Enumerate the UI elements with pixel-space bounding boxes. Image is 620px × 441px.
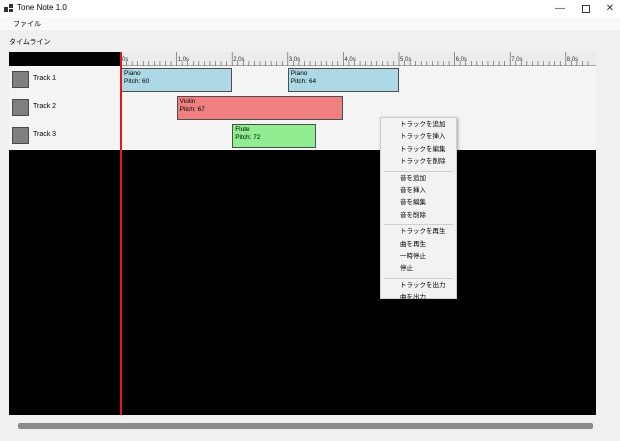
minimize-icon: —: [555, 3, 565, 14]
menu-separator: [384, 170, 453, 172]
track-header[interactable]: Track 3: [9, 122, 121, 150]
ruler-label: 0s: [122, 57, 128, 63]
context-menu-item[interactable]: トラックを挿入: [381, 131, 456, 143]
context-menu-item[interactable]: トラックを出力: [381, 280, 456, 292]
close-icon: ✕: [605, 3, 615, 14]
minimize-button[interactable]: —: [546, 0, 574, 17]
ruler-label: 2.0s: [233, 57, 244, 63]
track-swatch[interactable]: [12, 127, 29, 144]
ruler-label: 5.0s: [400, 57, 411, 63]
context-menu-item[interactable]: 曲を出力: [381, 292, 456, 304]
context-menu-item[interactable]: トラックを追加: [381, 119, 456, 131]
context-menu-item[interactable]: 曲を再生: [381, 239, 456, 251]
track-swatch[interactable]: [12, 71, 29, 88]
note-block[interactable]: Flute Pitch: 72: [232, 124, 316, 148]
note-pitch: Pitch: 60: [124, 78, 150, 85]
time-ruler[interactable]: 0s 1.0s 2.0s 3.0s 4.0s 5.0s 6.0s 7.0s 8.0s: [121, 52, 596, 66]
context-menu-item[interactable]: トラックを編集: [381, 144, 456, 156]
context-menu-item[interactable]: 音を追加: [381, 173, 456, 185]
title-bar: Tone Note 1.0 — ✕: [0, 0, 620, 17]
track-list: Track 1 Track 2 Track 3 Piano Pitch: 60 Piano…: [9, 66, 596, 150]
maximize-icon: [582, 4, 590, 13]
note-instrument: Flute: [235, 126, 250, 133]
note-block[interactable]: Violin Pitch: 67: [176, 96, 344, 120]
ruler-label: 3.0s: [289, 57, 300, 63]
track-header[interactable]: Track 1: [9, 66, 121, 94]
window-title: Tone Note 1.0: [17, 3, 67, 12]
note-instrument: Piano: [124, 70, 141, 77]
note-pitch: Pitch: 67: [179, 106, 205, 113]
ruler-label: 4.0s: [344, 57, 355, 63]
ruler-corner: [9, 52, 121, 66]
ruler-label: 6.0s: [456, 57, 467, 63]
track-header[interactable]: Track 2: [9, 94, 121, 122]
menu-separator: [384, 224, 453, 226]
menu-separator: [384, 277, 453, 279]
timeline-panel[interactable]: 0s 1.0s 2.0s 3.0s 4.0s 5.0s 6.0s 7.0s 8.0s Track…: [9, 52, 596, 415]
app-icon: [4, 4, 13, 12]
timeline-label: タイムライン: [9, 39, 51, 46]
horizontal-scrollbar[interactable]: [18, 423, 593, 429]
ruler-label: 1.0s: [178, 57, 189, 63]
playhead[interactable]: [120, 52, 122, 415]
context-menu: トラックを追加 トラックを挿入 トラックを編集 トラックを削除 音を追加 音を挿入 音を編集…: [380, 117, 457, 301]
context-menu-item[interactable]: トラックを削除: [381, 156, 456, 168]
context-menu-item[interactable]: 音を挿入: [381, 185, 456, 197]
ruler-label: 7.0s: [511, 57, 522, 63]
note-pitch: Pitch: 64: [290, 78, 317, 85]
track-name: Track 3: [33, 131, 57, 138]
note-block[interactable]: Piano Pitch: 60: [121, 68, 233, 92]
track-name: Track 1: [33, 75, 57, 82]
track-name: Track 2: [33, 103, 57, 110]
ruler-label: 8.0s: [567, 57, 578, 63]
context-menu-item[interactable]: 一時停止: [381, 251, 456, 263]
track-swatch[interactable]: [12, 99, 29, 116]
context-menu-item[interactable]: 音を編集: [381, 197, 456, 209]
context-menu-item[interactable]: 停止: [381, 263, 456, 275]
context-menu-item[interactable]: 音を削除: [381, 210, 456, 222]
close-button[interactable]: ✕: [596, 0, 620, 17]
note-instrument: Violin: [179, 98, 196, 105]
note-block[interactable]: Piano Pitch: 64: [287, 68, 399, 92]
menu-file[interactable]: ファイル: [13, 19, 41, 29]
note-instrument: Piano: [290, 70, 308, 77]
context-menu-item[interactable]: トラックを再生: [381, 226, 456, 238]
note-pitch: Pitch: 72: [235, 134, 261, 141]
ruler-ticks: 0s 1.0s 2.0s 3.0s 4.0s 5.0s 6.0s 7.0s 8.0s: [121, 52, 589, 66]
menu-bar: ファイル: [0, 17, 620, 30]
